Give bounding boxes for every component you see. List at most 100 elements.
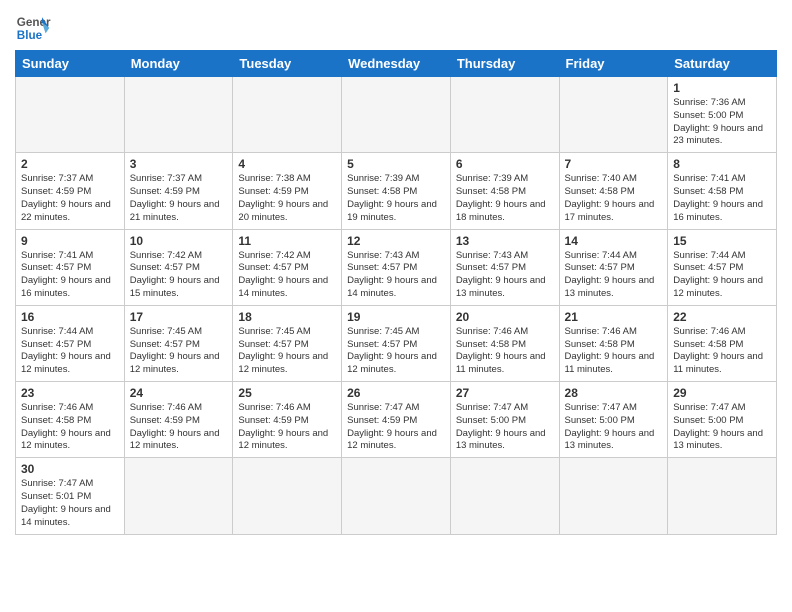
day-number: 27 <box>456 386 554 400</box>
header-row: SundayMondayTuesdayWednesdayThursdayFrid… <box>16 51 777 77</box>
day-info: Sunrise: 7:47 AM Sunset: 5:00 PM Dayligh… <box>565 402 663 453</box>
col-header-wednesday: Wednesday <box>342 51 451 77</box>
day-cell: 16 Sunrise: 7:44 AM Sunset: 4:57 PM Dayli… <box>16 305 125 381</box>
day-info: Sunrise: 7:41 AM Sunset: 4:57 PM Dayligh… <box>21 250 119 301</box>
day-cell: 9Sunrise: 7:41 AM Sunset: 4:57 PM Daylig… <box>16 229 125 305</box>
day-number: 21 <box>565 310 663 324</box>
col-header-thursday: Thursday <box>450 51 559 77</box>
day-cell: 26 Sunrise: 7:47 AM Sunset: 4:59 PM Dayli… <box>342 382 451 458</box>
day-number: 18 <box>238 310 336 324</box>
day-number: 15 <box>673 234 771 248</box>
day-cell: 21 Sunrise: 7:46 AM Sunset: 4:58 PM Dayli… <box>559 305 668 381</box>
day-info: Sunrise: 7:43 AM Sunset: 4:57 PM Dayligh… <box>347 250 445 301</box>
day-cell: 4 Sunrise: 7:38 AM Sunset: 4:59 PM Daylig… <box>233 153 342 229</box>
day-number: 17 <box>130 310 228 324</box>
day-info: Sunrise: 7:47 AM Sunset: 5:00 PM Dayligh… <box>456 402 554 453</box>
day-cell <box>342 77 451 153</box>
day-cell: 1 Sunrise: 7:36 AM Sunset: 5:00 PM Daylig… <box>668 77 777 153</box>
day-info: Sunrise: 7:43 AM Sunset: 4:57 PM Dayligh… <box>456 250 554 301</box>
day-info: Sunrise: 7:46 AM Sunset: 4:59 PM Dayligh… <box>130 402 228 453</box>
day-number: 7 <box>565 157 663 171</box>
day-cell: 7Sunrise: 7:40 AM Sunset: 4:58 PM Daylig… <box>559 153 668 229</box>
day-cell: 19 Sunrise: 7:45 AM Sunset: 4:57 PM Dayli… <box>342 305 451 381</box>
day-info: Sunrise: 7:44 AM Sunset: 4:57 PM Dayligh… <box>673 250 771 301</box>
day-info: Sunrise: 7:47 AM Sunset: 5:00 PM Dayligh… <box>673 402 771 453</box>
day-info: Sunrise: 7:39 AM Sunset: 4:58 PM Dayligh… <box>347 173 445 224</box>
week-row-4: 16 Sunrise: 7:44 AM Sunset: 4:57 PM Dayli… <box>16 305 777 381</box>
day-info: Sunrise: 7:46 AM Sunset: 4:58 PM Dayligh… <box>565 326 663 377</box>
day-number: 4 <box>238 157 336 171</box>
day-number: 20 <box>456 310 554 324</box>
day-cell: 3Sunrise: 7:37 AM Sunset: 4:59 PM Daylig… <box>124 153 233 229</box>
day-number: 16 <box>21 310 119 324</box>
col-header-saturday: Saturday <box>668 51 777 77</box>
day-cell: 27 Sunrise: 7:47 AM Sunset: 5:00 PM Dayli… <box>450 382 559 458</box>
col-header-monday: Monday <box>124 51 233 77</box>
day-number: 24 <box>130 386 228 400</box>
day-cell: 28 Sunrise: 7:47 AM Sunset: 5:00 PM Dayli… <box>559 382 668 458</box>
day-info: Sunrise: 7:47 AM Sunset: 5:01 PM Dayligh… <box>21 478 119 529</box>
day-cell: 17Sunrise: 7:45 AM Sunset: 4:57 PM Dayli… <box>124 305 233 381</box>
day-cell: 2Sunrise: 7:37 AM Sunset: 4:59 PM Daylig… <box>16 153 125 229</box>
day-cell <box>233 458 342 534</box>
day-number: 26 <box>347 386 445 400</box>
day-info: Sunrise: 7:44 AM Sunset: 4:57 PM Dayligh… <box>565 250 663 301</box>
day-number: 2 <box>21 157 119 171</box>
week-row-6: 30 Sunrise: 7:47 AM Sunset: 5:01 PM Dayli… <box>16 458 777 534</box>
day-number: 19 <box>347 310 445 324</box>
day-number: 28 <box>565 386 663 400</box>
day-cell <box>124 77 233 153</box>
day-number: 25 <box>238 386 336 400</box>
day-info: Sunrise: 7:46 AM Sunset: 4:58 PM Dayligh… <box>21 402 119 453</box>
day-number: 3 <box>130 157 228 171</box>
logo-icon: General Blue <box>15 10 51 46</box>
day-info: Sunrise: 7:36 AM Sunset: 5:00 PM Dayligh… <box>673 97 771 148</box>
day-number: 12 <box>347 234 445 248</box>
day-cell: 8 Sunrise: 7:41 AM Sunset: 4:58 PM Daylig… <box>668 153 777 229</box>
col-header-tuesday: Tuesday <box>233 51 342 77</box>
day-cell <box>16 77 125 153</box>
day-info: Sunrise: 7:46 AM Sunset: 4:59 PM Dayligh… <box>238 402 336 453</box>
week-row-3: 9Sunrise: 7:41 AM Sunset: 4:57 PM Daylig… <box>16 229 777 305</box>
week-row-5: 23 Sunrise: 7:46 AM Sunset: 4:58 PM Dayli… <box>16 382 777 458</box>
week-row-2: 2Sunrise: 7:37 AM Sunset: 4:59 PM Daylig… <box>16 153 777 229</box>
day-info: Sunrise: 7:47 AM Sunset: 4:59 PM Dayligh… <box>347 402 445 453</box>
day-cell <box>124 458 233 534</box>
day-number: 11 <box>238 234 336 248</box>
day-cell: 5 Sunrise: 7:39 AM Sunset: 4:58 PM Daylig… <box>342 153 451 229</box>
day-cell <box>342 458 451 534</box>
day-cell <box>559 77 668 153</box>
day-number: 1 <box>673 81 771 95</box>
logo: General Blue <box>15 10 55 46</box>
day-number: 8 <box>673 157 771 171</box>
day-cell: 25 Sunrise: 7:46 AM Sunset: 4:59 PM Dayli… <box>233 382 342 458</box>
day-number: 22 <box>673 310 771 324</box>
day-info: Sunrise: 7:38 AM Sunset: 4:59 PM Dayligh… <box>238 173 336 224</box>
day-number: 5 <box>347 157 445 171</box>
day-cell: 6Sunrise: 7:39 AM Sunset: 4:58 PM Daylig… <box>450 153 559 229</box>
svg-text:Blue: Blue <box>17 29 43 42</box>
day-info: Sunrise: 7:46 AM Sunset: 4:58 PM Dayligh… <box>456 326 554 377</box>
day-number: 23 <box>21 386 119 400</box>
day-number: 30 <box>21 462 119 476</box>
day-cell: 10Sunrise: 7:42 AM Sunset: 4:57 PM Dayli… <box>124 229 233 305</box>
day-info: Sunrise: 7:41 AM Sunset: 4:58 PM Dayligh… <box>673 173 771 224</box>
day-cell: 30 Sunrise: 7:47 AM Sunset: 5:01 PM Dayli… <box>16 458 125 534</box>
day-info: Sunrise: 7:45 AM Sunset: 4:57 PM Dayligh… <box>238 326 336 377</box>
day-number: 13 <box>456 234 554 248</box>
day-cell <box>668 458 777 534</box>
day-cell: 18 Sunrise: 7:45 AM Sunset: 4:57 PM Dayli… <box>233 305 342 381</box>
header: General Blue <box>15 10 777 46</box>
day-cell: 22Sunrise: 7:46 AM Sunset: 4:58 PM Dayli… <box>668 305 777 381</box>
day-cell: 13 Sunrise: 7:43 AM Sunset: 4:57 PM Dayli… <box>450 229 559 305</box>
day-cell <box>559 458 668 534</box>
day-number: 10 <box>130 234 228 248</box>
day-cell: 23 Sunrise: 7:46 AM Sunset: 4:58 PM Dayli… <box>16 382 125 458</box>
day-cell <box>450 77 559 153</box>
day-info: Sunrise: 7:44 AM Sunset: 4:57 PM Dayligh… <box>21 326 119 377</box>
day-info: Sunrise: 7:42 AM Sunset: 4:57 PM Dayligh… <box>238 250 336 301</box>
day-info: Sunrise: 7:39 AM Sunset: 4:58 PM Dayligh… <box>456 173 554 224</box>
day-cell: 15 Sunrise: 7:44 AM Sunset: 4:57 PM Dayli… <box>668 229 777 305</box>
day-info: Sunrise: 7:45 AM Sunset: 4:57 PM Dayligh… <box>347 326 445 377</box>
day-number: 29 <box>673 386 771 400</box>
